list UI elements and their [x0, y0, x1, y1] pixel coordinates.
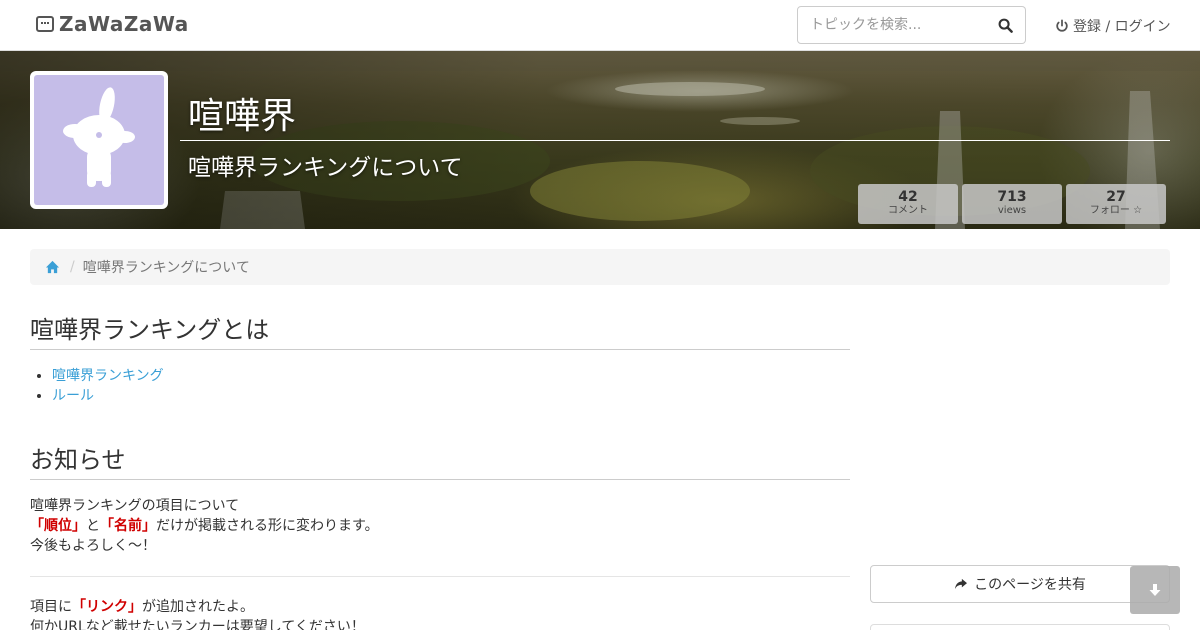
breadcrumb-current: 喧嘩界ランキングについて — [82, 260, 250, 276]
news-item: 項目に「リンク」が追加されたよ。 何かURLなど載せたいランカーは要望してくださ… — [30, 599, 365, 630]
section-title-news: お知らせ — [30, 440, 850, 480]
chat-bubble-icon — [36, 16, 54, 32]
arrow-down-icon — [1149, 584, 1161, 596]
share-icon — [955, 578, 968, 590]
news-item: 喧嘩界ランキングの項目について 「順位」と「名前」だけが掲載される形に変わります… — [30, 498, 379, 554]
topic-avatar[interactable] — [30, 71, 168, 209]
share-page-button[interactable]: このページを共有 — [870, 565, 1170, 603]
login-link[interactable]: 登録 / ログイン — [1055, 16, 1171, 36]
topic-header: 喧嘩界 喧嘩界ランキングについて 42 コメント 713 views 27 フォ… — [0, 51, 1200, 229]
sidebar-panel — [870, 624, 1170, 630]
list-item: 喧嘩界ランキング — [52, 366, 850, 386]
ranking-link[interactable]: 喧嘩界ランキング — [52, 368, 164, 384]
search-icon — [998, 18, 1013, 33]
section-title-about: 喧嘩界ランキングとは — [30, 310, 850, 350]
navbar: ZaWaZaWa 登録 / ログイン — [0, 0, 1200, 51]
site-logo[interactable]: ZaWaZaWa — [36, 12, 189, 36]
logo-text: ZaWaZaWa — [59, 12, 189, 36]
views-count-badge: 713 views — [962, 184, 1062, 224]
rules-link[interactable]: ルール — [52, 388, 94, 404]
follow-button[interactable]: 27 フォロー ☆ — [1066, 184, 1166, 224]
power-icon — [1056, 19, 1068, 32]
breadcrumb: / 喧嘩界ランキングについて — [30, 249, 1170, 285]
search-button[interactable] — [986, 6, 1026, 44]
topic-title: 喧嘩界 — [188, 96, 297, 137]
ranking-link-list: 喧嘩界ランキング ルール — [52, 366, 850, 406]
list-item: ルール — [52, 386, 850, 406]
rabbit-icon — [63, 87, 135, 187]
home-icon[interactable] — [45, 260, 60, 274]
search-input[interactable] — [797, 6, 987, 44]
comment-count-badge[interactable]: 42 コメント — [858, 184, 958, 224]
scroll-down-button[interactable] — [1130, 566, 1180, 614]
divider — [30, 576, 850, 577]
page-title: 喧嘩界ランキングについて — [188, 155, 463, 181]
login-label: 登録 / ログイン — [1073, 19, 1171, 35]
title-divider — [180, 140, 1170, 141]
main-content: 喧嘩界ランキングとは 喧嘩界ランキング ルール お知らせ 喧嘩界ランキングの項目… — [30, 310, 850, 630]
